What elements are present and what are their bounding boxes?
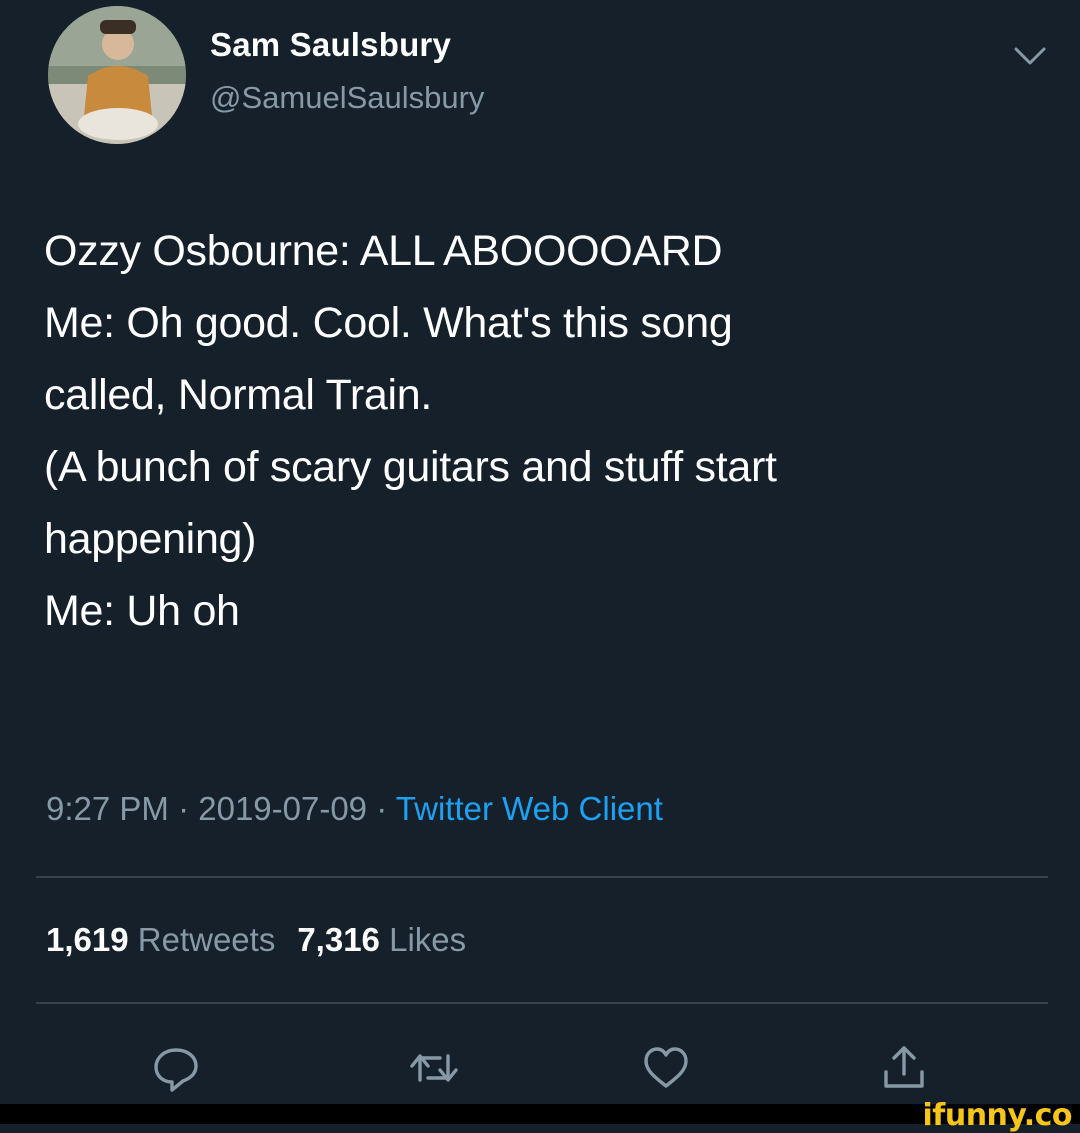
retweet-icon[interactable]: [406, 1040, 462, 1096]
divider: [36, 1002, 1048, 1004]
tweet-line: Me: Oh good. Cool. What's this song: [44, 299, 733, 347]
tweet-time[interactable]: 9:27 PM: [46, 790, 169, 827]
tweet-client-link[interactable]: Twitter Web Client: [396, 790, 663, 827]
author-handle[interactable]: @SamuelSaulsbury: [210, 80, 484, 116]
avatar-photo: [48, 6, 186, 144]
retweets-stat[interactable]: 1,619 Retweets: [46, 921, 275, 958]
tweet-meta: 9:27 PM · 2019-07-09 · Twitter Web Clien…: [46, 790, 663, 828]
avatar[interactable]: [48, 6, 186, 144]
meta-separator: ·: [168, 790, 199, 827]
chevron-down-icon[interactable]: [1012, 44, 1048, 68]
tweet-line: called, Normal Train.: [44, 371, 433, 419]
divider: [36, 876, 1048, 878]
author-display-name[interactable]: Sam Saulsbury: [210, 26, 451, 64]
tweet-stats: 1,619 Retweets 7,316 Likes: [46, 921, 466, 959]
share-icon[interactable]: [876, 1040, 932, 1096]
tweet-line: (A bunch of scary guitars and stuff star…: [44, 443, 777, 491]
likes-stat[interactable]: 7,316 Likes: [297, 921, 466, 958]
like-icon[interactable]: [638, 1040, 694, 1096]
retweets-label: Retweets: [137, 921, 276, 958]
reply-icon[interactable]: [148, 1040, 204, 1096]
watermark-logo: ifunny.co: [922, 1098, 1073, 1133]
tweet-line: Me: Uh oh: [44, 587, 240, 635]
retweets-count: 1,619: [46, 921, 129, 958]
tweet-date[interactable]: 2019-07-09: [198, 790, 367, 827]
meta-separator: ·: [367, 790, 396, 827]
tweet-line: Ozzy Osbourne: ALL ABOOOOARD: [44, 227, 723, 275]
bottom-bar: [0, 1104, 1080, 1124]
likes-label: Likes: [389, 921, 467, 958]
tweet-line: happening): [44, 515, 257, 563]
likes-count: 7,316: [297, 921, 380, 958]
tweet-text: Ozzy Osbourne: ALL ABOOOOARD Me: Oh good…: [44, 215, 1044, 647]
